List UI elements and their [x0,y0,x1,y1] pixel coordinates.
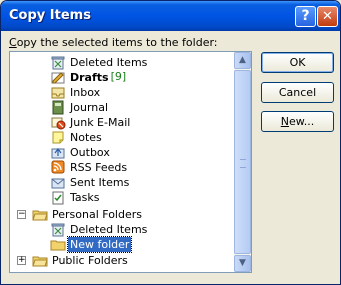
deleted-items-icon [51,223,65,236]
tree-item-new-folder[interactable]: New folder [50,235,133,253]
tree-item-label: New folder [66,235,133,253]
help-button[interactable]: ? [295,6,316,27]
new-button[interactable]: New... [261,111,334,132]
drafts-icon [51,71,65,83]
vertical-scrollbar[interactable]: ▲ ▼ [234,52,251,272]
prompt-text: opy the selected items to the folder: [16,36,218,49]
unread-count: [9] [110,70,127,83]
tree-item-sent-items[interactable]: Sent Items [50,174,131,190]
inbox-icon [51,87,65,98]
notes-icon [52,131,64,143]
tree-item-outbox[interactable]: Outbox [50,144,112,160]
prompt-hotkey: C [9,36,17,49]
tree-item-label: Sent Items [70,175,130,189]
folder-tree[interactable]: Deleted Items Drafts [9] Inbox Journal Ju… [9,51,252,273]
cancel-button[interactable]: Cancel [261,82,334,103]
tree-item-label: RSS Feeds [70,160,128,174]
tree-item-label: Inbox [70,85,101,99]
grip-icon [240,159,246,168]
window-title: Copy Items [9,8,91,23]
tree-item-label: Notes [70,130,102,144]
rss-feeds-icon [51,160,65,173]
journal-icon [52,100,64,114]
tree-item-inbox[interactable]: Inbox [50,84,102,100]
copy-items-dialog: Copy Items ? ✕ Copy the selected items t… [0,0,341,285]
folder-prompt-label: Copy the selected items to the folder: [9,36,218,49]
tree-item-notes[interactable]: Notes [50,129,104,145]
scroll-down-button[interactable]: ▼ [234,255,251,272]
tree-item-rss-feeds[interactable]: RSS Feeds [50,159,129,175]
tree-item-personal-folders[interactable]: Personal Folders [32,206,144,222]
new-hotkey: N [280,115,289,128]
tree-item-label: Journal [70,100,109,114]
tree-item-label: Drafts [70,70,109,84]
tree-item-journal[interactable]: Journal [50,99,110,115]
scroll-up-button[interactable]: ▲ [234,52,251,69]
tree-item-label: Deleted Items [70,55,148,69]
tree-item-label: Deleted Items [70,222,148,236]
personal-folders-icon [32,210,48,220]
tree-item-public-folders[interactable]: Public Folders [32,252,130,268]
folder-icon [50,240,66,250]
title-bar[interactable]: Copy Items ? ✕ [1,1,340,31]
ok-button[interactable]: OK [261,52,334,73]
tree-item-label: Outbox [70,145,110,159]
expand-public-folders[interactable]: + [17,256,26,265]
outbox-icon [51,147,65,158]
collapse-personal-folders[interactable]: − [17,210,26,219]
sent-items-icon [51,178,65,188]
deleted-items-icon [51,56,65,69]
tree-item-label: Personal Folders [52,207,142,221]
tree-item-tasks[interactable]: Tasks [50,189,101,205]
public-folders-icon [32,256,48,266]
junk-email-icon [51,117,66,129]
tasks-icon [52,191,64,204]
tree-item-deleted-items-personal[interactable]: Deleted Items [50,221,149,237]
tree-item-label: Junk E-Mail [70,115,131,129]
new-label: ew... [288,115,315,128]
scroll-thumb[interactable] [234,70,251,254]
tree-item-label: Public Folders [52,253,128,267]
tree-item-deleted-items[interactable]: Deleted Items [50,54,149,70]
tree-item-label: Tasks [70,190,100,204]
tree-item-junk-email[interactable]: Junk E-Mail [50,114,132,130]
close-button[interactable]: ✕ [317,6,338,27]
tree-item-drafts[interactable]: Drafts [9] [50,69,126,85]
